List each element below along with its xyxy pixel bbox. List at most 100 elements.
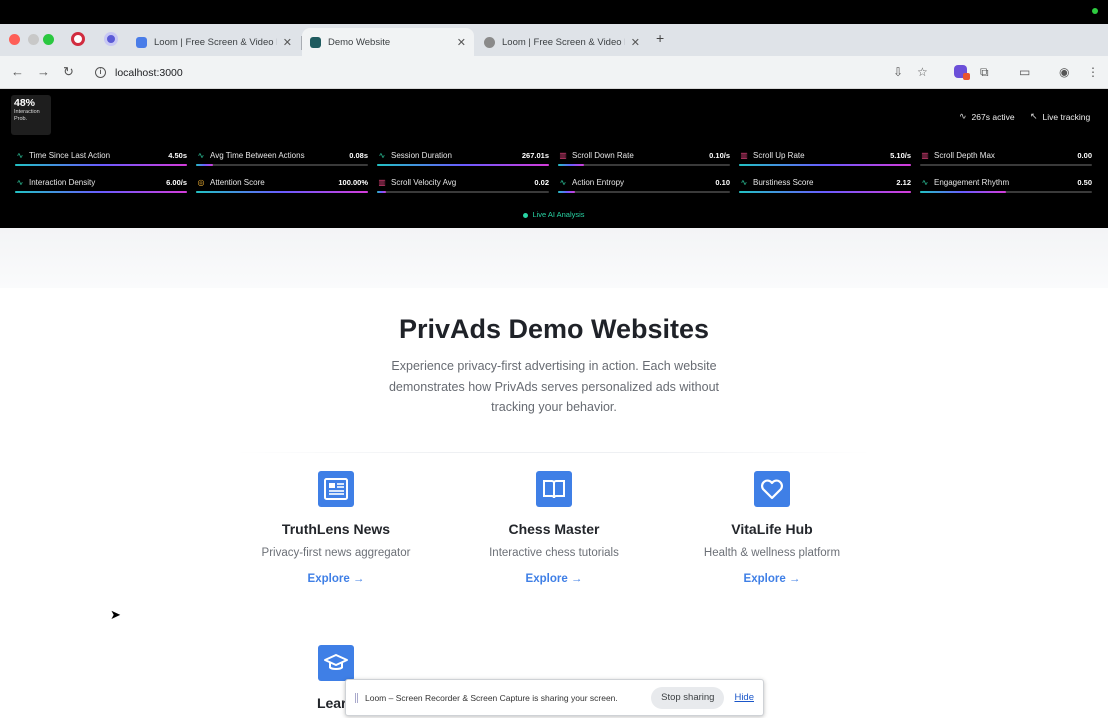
metric-fill <box>377 191 386 193</box>
metric-interaction-density: ∿ Interaction Density 6.00/s <box>15 176 187 196</box>
tab-demo-website[interactable]: Demo Website ✕ <box>302 28 474 56</box>
url-text: localhost:3000 <box>115 66 183 79</box>
minimize-window-button[interactable] <box>28 34 39 45</box>
metric-fill <box>558 191 575 193</box>
stop-sharing-button[interactable]: Stop sharing <box>651 686 725 709</box>
probability-label: Interaction Prob. <box>14 109 40 122</box>
metric-label: Scroll Velocity Avg <box>391 177 457 187</box>
loom-favicon-icon <box>484 36 495 48</box>
book-icon <box>536 471 572 507</box>
metric-value: 0.08s <box>349 150 368 160</box>
metric-label: Scroll Depth Max <box>934 150 995 160</box>
metric-fill <box>739 191 911 193</box>
metric-value: 100.00% <box>338 177 368 187</box>
metric-label: Interaction Density <box>29 177 96 187</box>
side-panel-icon[interactable]: ▭ <box>1019 65 1030 79</box>
active-time-status: ∿ 267s active <box>959 111 1015 122</box>
metric-fill <box>558 164 584 166</box>
screen-sharing-bar: Loom – Screen Recorder & Screen Capture … <box>345 679 764 716</box>
tab-strip: Loom | Free Screen & Video Recording ✕ D… <box>0 24 1108 56</box>
card-title: VitaLife Hub <box>731 521 813 537</box>
tab-title: Demo Website <box>328 36 391 48</box>
pinned-tab-record-icon[interactable] <box>71 32 85 46</box>
analytics-panel: 48% Interaction Prob. ∿ 267s active ↖ Li… <box>0 89 1108 228</box>
sharing-message: Loom – Screen Recorder & Screen Capture … <box>365 692 618 703</box>
card-vitalife-hub: VitaLife Hub Health & wellness platform … <box>667 471 877 587</box>
metric-track <box>377 191 549 193</box>
explore-link[interactable]: Explore → <box>308 573 365 585</box>
card-description: Interactive chess tutorials <box>489 547 619 559</box>
metric-scroll-down-rate: ▥ Scroll Down Rate 0.10/s <box>558 149 730 169</box>
tab-loom-1[interactable]: Loom | Free Screen & Video Recording ✕ <box>128 28 300 56</box>
pinned-tab-app-icon[interactable] <box>104 32 118 46</box>
tab-loom-2[interactable]: Loom | Free Screen & Video Recording ✕ <box>476 28 648 56</box>
activity-icon: ∿ <box>921 177 929 187</box>
live-ai-analysis: Live AI Analysis <box>0 210 1108 219</box>
loom-favicon-icon <box>136 36 147 48</box>
card-truthlens-news: TruthLens News Privacy-first news aggreg… <box>231 471 441 587</box>
url-omnibox[interactable]: i localhost:3000 <box>86 60 944 85</box>
card-description: Health & wellness platform <box>703 547 841 559</box>
close-tab-icon[interactable]: ✕ <box>283 36 292 49</box>
metric-value: 0.50 <box>1077 177 1092 187</box>
explore-link[interactable]: Explore → <box>526 573 583 585</box>
explore-link[interactable]: Explore → <box>744 573 801 585</box>
page-title: PrivAds Demo Websites <box>398 314 710 344</box>
metric-track <box>558 191 730 193</box>
install-app-icon[interactable]: ⇩ <box>893 65 903 79</box>
metric-track <box>920 164 1092 166</box>
eye-icon: ◎ <box>197 177 205 187</box>
metric-fill <box>377 164 549 166</box>
metric-attention-score: ◎ Attention Score 100.00% <box>196 176 368 196</box>
ai-label: Live AI Analysis <box>532 210 585 219</box>
new-tab-button[interactable]: + <box>656 30 664 46</box>
metric-value: 0.02 <box>534 177 549 187</box>
card-title: Chess Master <box>508 521 600 537</box>
bar-chart-icon: ▥ <box>559 150 567 160</box>
back-arrow-icon[interactable]: ← <box>11 64 24 79</box>
metric-value: 267.01s <box>521 150 549 160</box>
page-content: PrivAds Demo Websites Experience privacy… <box>0 228 1108 718</box>
metric-label: Session Duration <box>391 150 452 160</box>
forward-arrow-icon[interactable]: → <box>37 64 50 79</box>
graduation-cap-icon <box>318 645 354 681</box>
tab-title: Loom | Free Screen & Video Recording <box>502 36 625 48</box>
newspaper-icon <box>318 471 354 507</box>
metric-burstiness-score: ∿ Burstiness Score 2.12 <box>739 176 911 196</box>
metric-action-entropy: ∿ Action Entropy 0.10 <box>558 176 730 196</box>
maximize-window-button[interactable] <box>43 34 54 45</box>
menu-kebab-icon[interactable]: ⋮ <box>1087 65 1099 79</box>
metric-label: Avg Time Between Actions <box>210 150 305 160</box>
metric-scroll-velocity-avg: ▥ Scroll Velocity Avg 0.02 <box>377 176 549 196</box>
loom-extension-icon[interactable] <box>954 65 970 80</box>
close-tab-icon[interactable]: ✕ <box>457 36 466 49</box>
address-bar: ← → ↻ i localhost:3000 ⇩ ☆ ⧉ ▭ ◉ ⋮ <box>0 56 1108 89</box>
hide-button[interactable]: Hide <box>734 692 754 703</box>
bookmark-star-icon[interactable]: ☆ <box>917 65 928 79</box>
metric-value: 2.12 <box>896 177 911 187</box>
metric-fill <box>739 164 911 166</box>
extensions-puzzle-icon[interactable]: ⧉ <box>980 65 989 80</box>
metric-label: Scroll Down Rate <box>572 150 634 160</box>
metric-fill <box>196 164 213 166</box>
probability-value: 48% <box>14 97 36 109</box>
live-tracking-text: Live tracking <box>1042 111 1091 122</box>
drag-handle-icon[interactable] <box>355 692 358 703</box>
status-dot-icon <box>1092 8 1098 14</box>
metric-track <box>196 164 368 166</box>
bar-chart-icon: ▥ <box>740 150 748 160</box>
metric-value: 6.00/s <box>166 177 187 187</box>
activity-icon: ∿ <box>197 150 205 160</box>
metric-value: 0.10/s <box>709 150 730 160</box>
metric-label: Engagement Rhythm <box>934 177 1010 187</box>
reload-icon[interactable]: ↻ <box>63 64 74 80</box>
close-tab-icon[interactable]: ✕ <box>631 36 640 49</box>
interaction-probability: 48% Interaction Prob. <box>11 95 51 135</box>
activity-icon: ∿ <box>16 177 24 187</box>
screen: Loom | Free Screen & Video Recording ✕ D… <box>0 0 1108 718</box>
profile-icon[interactable]: ◉ <box>1059 65 1069 79</box>
site-info-icon[interactable]: i <box>95 67 106 78</box>
metric-engagement-rhythm: ∿ Engagement Rhythm 0.50 <box>920 176 1092 196</box>
close-window-button[interactable] <box>9 34 20 45</box>
hero-band <box>0 228 1108 288</box>
